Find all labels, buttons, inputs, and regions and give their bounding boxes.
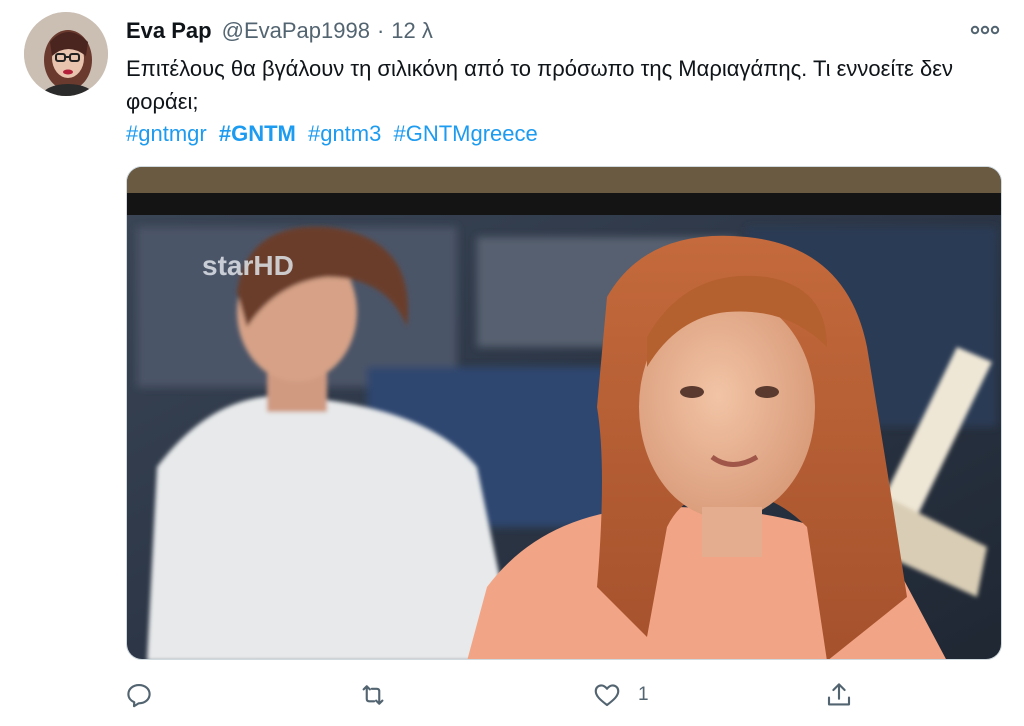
retweet-button[interactable] <box>358 674 404 716</box>
tweet-action-bar: 1 <box>118 674 878 716</box>
tv-screen-photo: starHD <box>127 167 1001 659</box>
avatar[interactable] <box>24 12 108 96</box>
tweet-media-photo[interactable]: starHD <box>126 166 1002 660</box>
author-handle[interactable]: @EvaPap1998 <box>222 18 370 44</box>
header-separator: · <box>376 18 385 43</box>
tweet-timestamp[interactable]: 12 λ <box>391 18 433 44</box>
hashtag-link[interactable]: #gntm3 <box>308 121 381 146</box>
heart-icon <box>594 684 620 707</box>
like-count: 1 <box>638 684 649 705</box>
share-icon <box>827 683 851 706</box>
reply-icon <box>127 683 151 708</box>
tweet-header: Eva Pap @EvaPap1998 · 12 λ <box>126 14 1004 48</box>
more-dots-icon <box>970 25 1000 35</box>
share-button[interactable] <box>824 674 870 716</box>
hashtag-link[interactable]: #gntmgr <box>126 121 207 146</box>
author-name[interactable]: Eva Pap <box>126 18 212 44</box>
hashtag-row: #gntmgr #GNTM #gntm3 #GNTMgreece <box>126 117 996 150</box>
retweet-icon <box>362 685 384 705</box>
hashtag-link[interactable]: #GNTMgreece <box>393 121 537 146</box>
like-button[interactable]: 1 <box>592 674 649 716</box>
avatar-image <box>24 12 108 96</box>
media-watermark: starHD <box>202 250 294 281</box>
tweet-text: Επιτέλους θα βγάλουν τη σιλικόνη από το … <box>126 56 954 114</box>
more-options-button[interactable] <box>968 18 1002 42</box>
hashtag-link[interactable]: #GNTM <box>219 121 296 146</box>
reply-button[interactable] <box>124 674 170 716</box>
